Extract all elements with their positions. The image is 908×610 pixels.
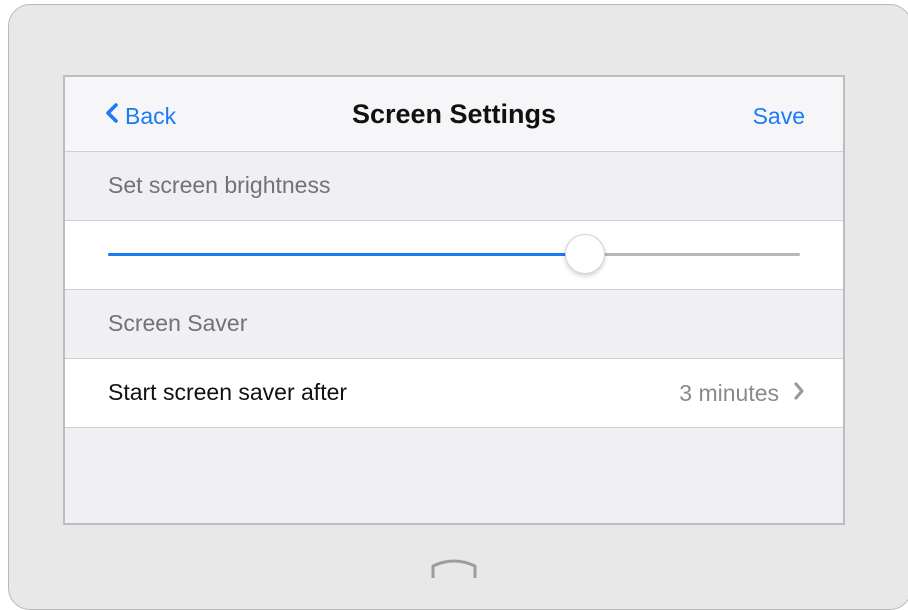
screen-saver-header-label: Screen Saver: [108, 310, 248, 336]
chevron-right-icon: [779, 380, 805, 407]
screen-saver-timeout-row[interactable]: Start screen saver after 3 minutes: [65, 359, 843, 428]
chevron-left-icon: [105, 102, 125, 130]
save-button[interactable]: Save: [753, 103, 805, 130]
screen-saver-timeout-value-group: 3 minutes: [679, 380, 805, 407]
screen-saver-section-header: Screen Saver: [65, 290, 843, 359]
screen: Back Screen Settings Save Set screen bri…: [63, 75, 845, 525]
back-button[interactable]: Back: [105, 101, 176, 131]
brightness-slider[interactable]: [108, 234, 800, 274]
brightness-header-label: Set screen brightness: [108, 172, 331, 198]
brightness-slider-row: [65, 221, 843, 290]
screen-saver-timeout-label: Start screen saver after: [108, 379, 348, 405]
back-label: Back: [125, 102, 177, 129]
page-title: Screen Settings: [351, 99, 557, 129]
brightness-slider-fill: [108, 253, 586, 256]
navigation-bar: Back Screen Settings Save: [65, 77, 843, 152]
home-button-icon[interactable]: [429, 554, 479, 580]
brightness-slider-thumb[interactable]: [565, 234, 606, 274]
screen-saver-timeout-value: 3 minutes: [679, 380, 779, 406]
brightness-section-header: Set screen brightness: [65, 152, 843, 221]
